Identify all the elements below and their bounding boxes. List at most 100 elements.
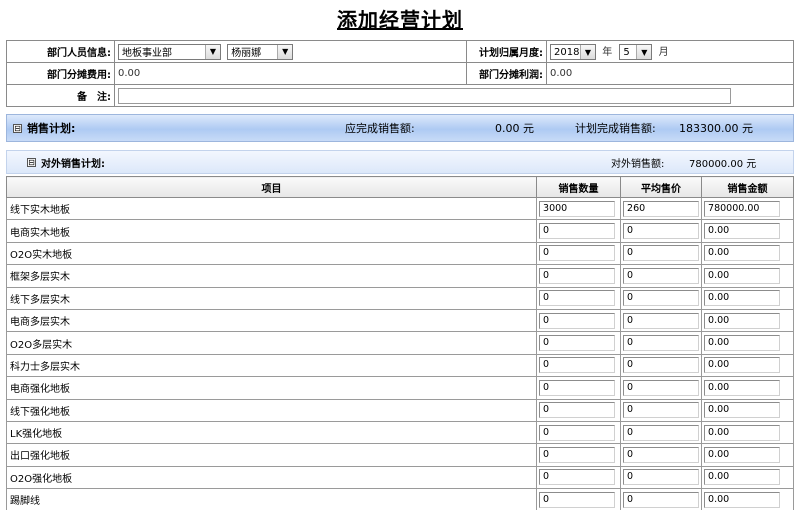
item-name-cell: 电商多层实木 [5,308,538,333]
qty-input[interactable]: 0 [539,312,616,329]
price-cell: 0 [620,241,703,266]
price-cell: 0 [620,264,703,288]
table-row: 踢脚线 0 0 0.00 [5,488,794,510]
price-input[interactable]: 0 [623,402,700,419]
month-select[interactable]: 5 ▼ [619,44,653,60]
plan-sales-value: 183300.00 元 [679,122,753,135]
price-cell: 0 [620,286,703,310]
amount-input[interactable]: 0.00 [704,469,781,486]
amount-input[interactable]: 0.00 [704,223,781,240]
amount-input[interactable]: 0.00 [704,245,781,262]
price-input[interactable]: 0 [623,312,700,329]
table-row: 电商实木地板 0 0 0.00 [5,219,794,243]
amount-input[interactable]: 780000.00 [704,200,781,217]
item-name-cell: 线下实木地板 [5,196,538,221]
qty-input[interactable]: 0 [539,245,616,262]
qty-input[interactable]: 0 [539,446,616,463]
qty-input[interactable]: 0 [539,223,616,240]
table-row: 线下强化地板 0 0 0.00 [5,398,794,422]
period-cell: 2018 ▼ 年 5 ▼ 月 [546,40,794,63]
due-sales-label: 应完成销售额: [345,122,415,135]
price-cell: 0 [620,308,703,333]
dept-select[interactable]: 地板事业部 ▼ [118,43,221,60]
qty-cell: 3000 [536,196,622,221]
collapse-toggle-icon[interactable]: ⊟ [13,123,22,133]
plan-sales-label: 计划完成销售额: [575,122,656,135]
price-cell: 0 [620,353,703,378]
amount-input[interactable]: 0.00 [704,491,781,508]
qty-input[interactable]: 0 [539,379,616,396]
price-input[interactable]: 0 [623,267,700,284]
qty-input[interactable]: 0 [539,290,616,307]
price-cell: 0 [620,465,703,490]
external-plan-header: ⊟ 对外销售计划: 对外销售额: 780000.00 元 [6,150,794,174]
qty-input[interactable]: 0 [539,424,616,441]
price-input[interactable]: 0 [623,335,700,352]
item-name-cell: O2O强化地板 [5,465,538,490]
price-input[interactable]: 0 [623,290,700,307]
price-cell: 0 [620,420,703,445]
price-input[interactable]: 0 [623,245,700,262]
table-row: 科力士多层实木 0 0 0.00 [5,353,794,378]
memo-input[interactable] [118,87,731,104]
table-header-row: 项目 销售数量 平均售价 销售金额 [5,176,794,198]
col-header-item: 项目 [5,176,538,198]
price-cell: 0 [620,488,703,510]
collapse-toggle-icon[interactable]: ⊟ [27,157,36,167]
amount-input[interactable]: 0.00 [704,402,781,419]
chevron-down-icon[interactable]: ▼ [205,44,220,59]
table-row: 出口强化地板 0 0 0.00 [5,443,794,467]
table-row: LK强化地板 0 0 0.00 [5,420,794,445]
qty-input[interactable]: 3000 [539,200,616,217]
qty-input[interactable]: 0 [539,491,616,508]
col-header-qty: 销售数量 [536,176,622,198]
amount-input[interactable]: 0.00 [704,267,781,284]
qty-input[interactable]: 0 [539,402,616,419]
item-name-cell: 框架多层实木 [5,264,538,288]
amount-input[interactable]: 0.00 [704,424,781,441]
year-unit: 年 [602,47,613,58]
price-input[interactable]: 0 [623,469,700,486]
amount-input[interactable]: 0.00 [704,379,781,396]
chevron-down-icon[interactable]: ▼ [277,44,293,59]
price-input[interactable]: 0 [623,223,700,240]
price-input[interactable]: 0 [623,491,700,508]
qty-input[interactable]: 0 [539,267,616,284]
table-row: 线下多层实木 0 0 0.00 [5,286,794,310]
price-input[interactable]: 0 [623,424,700,441]
col-header-amount: 销售金额 [701,176,794,198]
amount-input[interactable]: 0.00 [704,335,781,352]
page-title: 添加经营计划 [337,8,463,32]
chevron-down-icon[interactable]: ▼ [636,45,652,59]
amount-cell: 780000.00 [701,196,794,221]
qty-cell: 0 [536,264,622,288]
qty-cell: 0 [536,398,622,422]
price-cell: 0 [620,443,703,467]
external-amount-value: 780000.00 元 [689,158,757,170]
amount-cell: 0.00 [701,219,794,243]
amount-input[interactable]: 0.00 [704,312,781,329]
amount-input[interactable]: 0.00 [704,357,781,374]
price-input[interactable]: 260 [623,200,700,217]
chevron-down-icon[interactable]: ▼ [580,45,595,59]
year-select[interactable]: 2018 ▼ [550,44,596,60]
price-input[interactable]: 0 [623,379,700,396]
sales-plan-header: ⊟ 销售计划: 应完成销售额: 0.00 元 计划完成销售额: 183300.0… [6,114,794,142]
person-select[interactable]: 杨丽娜 ▼ [227,43,294,60]
item-name-cell: 电商强化地板 [5,376,538,400]
price-input[interactable]: 0 [623,357,700,374]
amount-input[interactable]: 0.00 [704,446,781,463]
qty-cell: 0 [536,353,622,378]
price-input[interactable]: 0 [623,446,700,463]
price-cell: 260 [620,196,703,221]
qty-input[interactable]: 0 [539,357,616,374]
amount-cell: 0.00 [701,488,794,510]
amount-input[interactable]: 0.00 [704,290,781,307]
qty-input[interactable]: 0 [539,335,616,352]
qty-input[interactable]: 0 [539,469,616,486]
table-row: 框架多层实木 0 0 0.00 [5,264,794,288]
external-amount-label: 对外销售额: [611,158,665,170]
item-name-cell: 出口强化地板 [5,443,538,467]
amount-cell: 0.00 [701,353,794,378]
qty-cell: 0 [536,443,622,467]
